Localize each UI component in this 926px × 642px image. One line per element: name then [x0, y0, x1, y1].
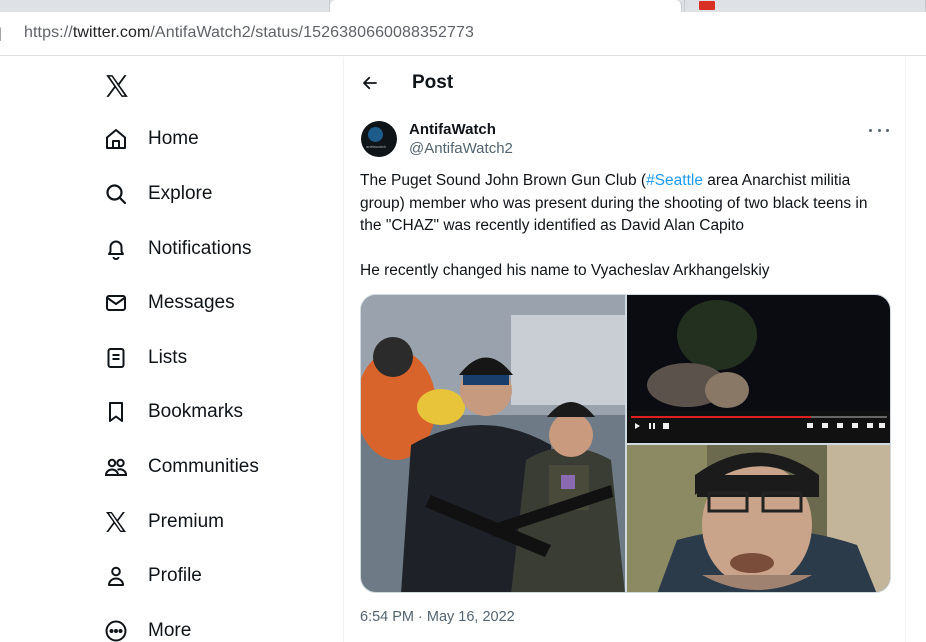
sidebar-item-messages[interactable]: Messages	[100, 281, 235, 325]
tab-strip	[0, 0, 926, 12]
sidebar-item-label: Notifications	[148, 238, 252, 259]
author-handle[interactable]: @AntifaWatch2	[409, 140, 513, 157]
sidebar-item-label: Home	[148, 128, 199, 149]
hashtag-link[interactable]: #Seattle	[646, 172, 703, 189]
x-logo-icon	[100, 506, 132, 538]
url-scheme: https://	[24, 24, 73, 41]
avatar[interactable]: antifawatch	[361, 121, 397, 157]
more-circle-icon	[100, 615, 132, 642]
url-host: twitter.com	[72, 24, 151, 41]
sidebar-item-label: Profile	[148, 565, 202, 586]
sidebar-item-label: Lists	[148, 347, 188, 368]
sidebar-nav: Home Explore Notifications Messages List…	[0, 57, 343, 642]
sidebar-item-communities[interactable]: Communities	[100, 445, 259, 489]
page-title: Post	[412, 72, 454, 93]
sidebar-item-notifications[interactable]: Notifications	[100, 227, 252, 271]
tweet-paragraph: He recently changed his name to Vyachesl…	[360, 261, 770, 279]
avatar-text: antifawatch	[366, 144, 387, 149]
browser-tab[interactable]	[0, 0, 330, 12]
tab-favicon-icon	[699, 1, 715, 10]
list-icon	[100, 342, 132, 374]
post-header: Post	[344, 57, 907, 110]
more-options-button[interactable]	[869, 124, 889, 136]
sidebar-item-label: More	[148, 620, 192, 641]
avatar-logo-icon	[368, 127, 383, 142]
person-icon	[100, 560, 132, 592]
arrow-left-icon	[363, 76, 377, 90]
bell-icon	[100, 233, 132, 265]
home-icon	[100, 123, 132, 155]
bookmark-icon	[100, 396, 132, 428]
post-column: Post antifawatch AntifaWatch @AntifaWatc…	[343, 57, 906, 642]
sidebar-item-label: Premium	[148, 511, 225, 532]
sidebar-item-label: Communities	[148, 456, 259, 477]
dot-icon	[869, 128, 872, 132]
media-grid	[360, 294, 891, 593]
back-button[interactable]	[356, 69, 384, 97]
address-bar[interactable]: ] https://twitter.com/AntifaWatch2/statu…	[0, 12, 926, 56]
sidebar-item-lists[interactable]: Lists	[100, 336, 187, 380]
sidebar-item-explore[interactable]: Explore	[100, 172, 212, 216]
dot-icon	[877, 128, 881, 132]
media-photo[interactable]	[361, 295, 625, 592]
people-icon	[100, 451, 132, 483]
tweet-text-pre: The Puget Sound John Brown Gun Club (	[360, 172, 647, 189]
author-name[interactable]: AntifaWatch	[409, 121, 496, 138]
browser-tab-active[interactable]	[330, 0, 682, 12]
media-photo[interactable]	[627, 445, 890, 592]
tweet-text: The Puget Sound John Brown Gun Club (#Se…	[360, 170, 892, 282]
tweet-timestamp[interactable]: 6:54 PM · May 16, 2022	[360, 609, 515, 625]
sidebar-item-label: Messages	[148, 292, 235, 313]
search-icon	[100, 178, 132, 210]
sidebar-item-home[interactable]: Home	[100, 117, 199, 161]
sidebar-item-bookmarks[interactable]: Bookmarks	[100, 390, 243, 434]
video-thumbnail[interactable]	[627, 295, 890, 443]
dot-icon	[886, 128, 889, 132]
url-path: /AntifaWatch2/status/1526380660088352773	[150, 24, 475, 41]
sidebar-item-label: Bookmarks	[148, 401, 244, 422]
address-bar-edge-glyph: ]	[0, 25, 2, 43]
sidebar-item-more[interactable]: More	[100, 609, 191, 642]
url-text[interactable]: https://twitter.com/AntifaWatch2/status/…	[24, 24, 474, 42]
envelope-icon	[100, 287, 132, 319]
x-logo-icon[interactable]	[104, 73, 130, 99]
browser-tab[interactable]	[684, 0, 926, 12]
sidebar-item-premium[interactable]: Premium	[100, 500, 224, 544]
tweet-paragraph: The Puget Sound John Brown Gun Club (#Se…	[360, 170, 892, 238]
sidebar-item-profile[interactable]: Profile	[100, 554, 202, 598]
sidebar-item-label: Explore	[148, 183, 213, 204]
